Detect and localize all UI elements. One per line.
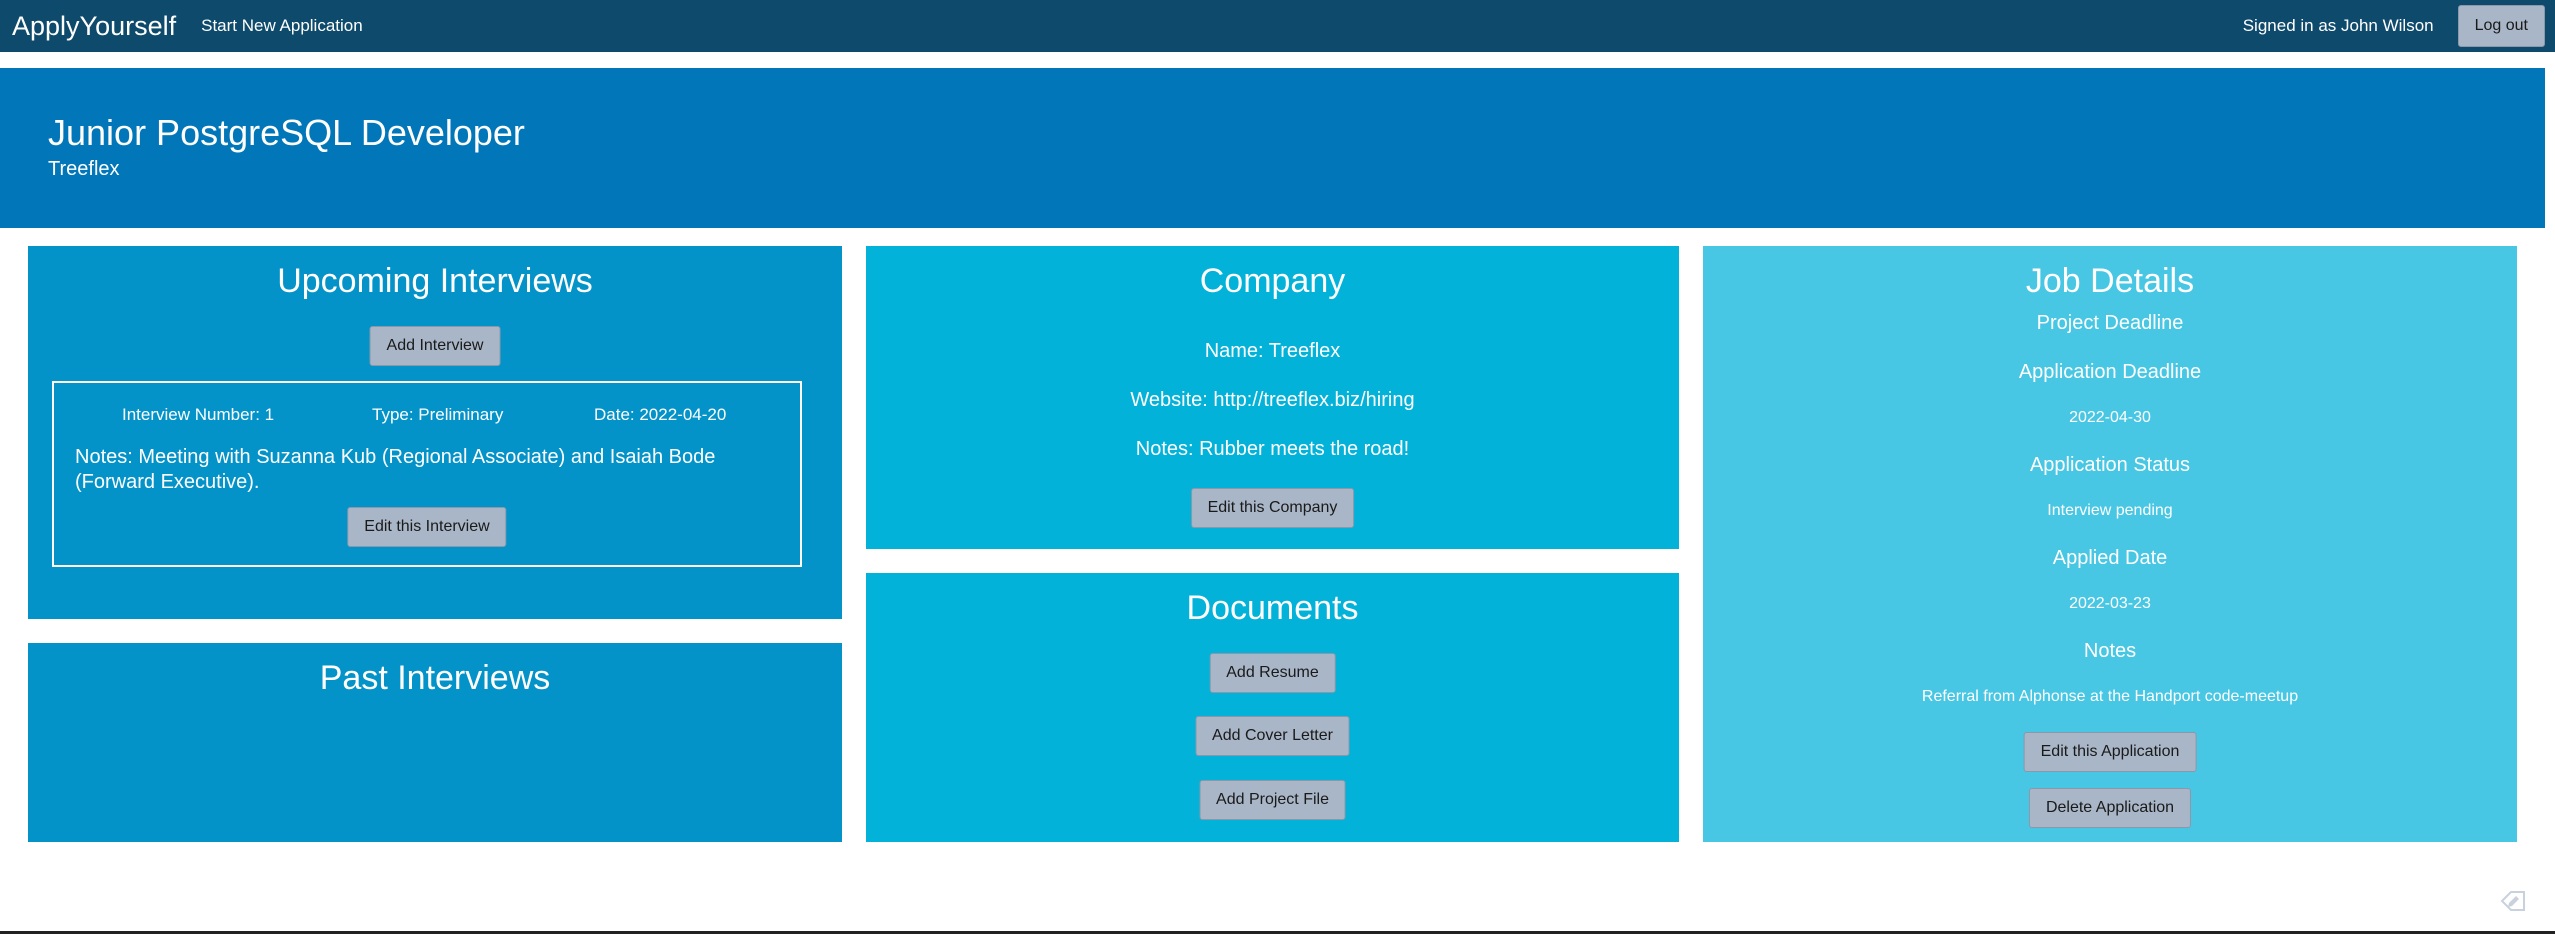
add-project-file-button[interactable]: Add Project File (1199, 780, 1346, 820)
company-name: Name: Treeflex (1204, 340, 1341, 362)
application-status-label: Application Status (2029, 454, 2191, 476)
applied-date-label: Applied Date (2052, 547, 2168, 569)
add-resume-button[interactable]: Add Resume (1209, 653, 1336, 693)
interview-notes: Notes: Meeting with Suzanna Kub (Regiona… (75, 446, 716, 493)
documents-panel: Documents Add Resume Add Cover Letter Ad… (866, 573, 1679, 842)
nav-right: Signed in as John Wilson Log out (2243, 5, 2545, 47)
logout-button[interactable]: Log out (2457, 5, 2545, 47)
company-subtitle: Treeflex (48, 158, 120, 180)
add-cover-letter-button[interactable]: Add Cover Letter (1195, 716, 1350, 756)
application-deadline-label: Application Deadline (2018, 361, 2202, 383)
top-navbar: ApplyYourself Start New Application Sign… (0, 0, 2555, 52)
edit-interview-button[interactable]: Edit this Interview (347, 507, 507, 547)
signed-in-text: Signed in as John Wilson (2242, 16, 2434, 35)
company-website: Website: http://treeflex.biz/hiring (1130, 389, 1415, 411)
notes-label: Notes (2083, 640, 2137, 662)
project-deadline-label: Project Deadline (2036, 312, 2184, 334)
job-banner: Junior PostgreSQL Developer Treeflex (0, 68, 2545, 228)
past-interviews-heading: Past Interviews (319, 659, 551, 697)
company-heading: Company (1199, 262, 1346, 300)
upcoming-interviews-heading: Upcoming Interviews (277, 262, 593, 300)
application-status-value: Interview pending (2047, 502, 2173, 519)
interview-date: Date: 2022-04-20 (594, 405, 727, 424)
job-title: Junior PostgreSQL Developer (48, 112, 525, 153)
application-deadline-value: 2022-04-30 (2069, 409, 2151, 426)
interview-number: Interview Number: 1 (122, 405, 275, 424)
brand-logo[interactable]: ApplyYourself (12, 11, 176, 42)
company-panel: Company Name: Treeflex Website: http://t… (866, 246, 1679, 549)
edit-tag-icon[interactable] (2500, 890, 2526, 917)
notes-value: Referral from Alphonse at the Handport c… (1921, 688, 2299, 705)
applied-date-value: 2022-03-23 (2069, 595, 2151, 612)
edit-company-button[interactable]: Edit this Company (1190, 488, 1355, 528)
company-notes: Notes: Rubber meets the road! (1135, 438, 1410, 460)
delete-application-button[interactable]: Delete Application (2028, 788, 2192, 828)
interview-card: Interview Number: 1 Type: Preliminary Da… (52, 381, 802, 567)
job-details-heading: Job Details (2025, 262, 2195, 300)
documents-heading: Documents (1186, 589, 1359, 627)
upcoming-interviews-panel: Upcoming Interviews Add Interview Interv… (28, 246, 842, 619)
job-details-panel: Job Details Project Deadline Application… (1703, 246, 2517, 842)
interview-type: Type: Preliminary (372, 405, 504, 424)
start-new-application-link[interactable]: Start New Application (201, 16, 363, 36)
add-interview-button[interactable]: Add Interview (369, 326, 501, 366)
edit-application-button[interactable]: Edit this Application (2023, 732, 2197, 772)
past-interviews-panel: Past Interviews (28, 643, 842, 842)
